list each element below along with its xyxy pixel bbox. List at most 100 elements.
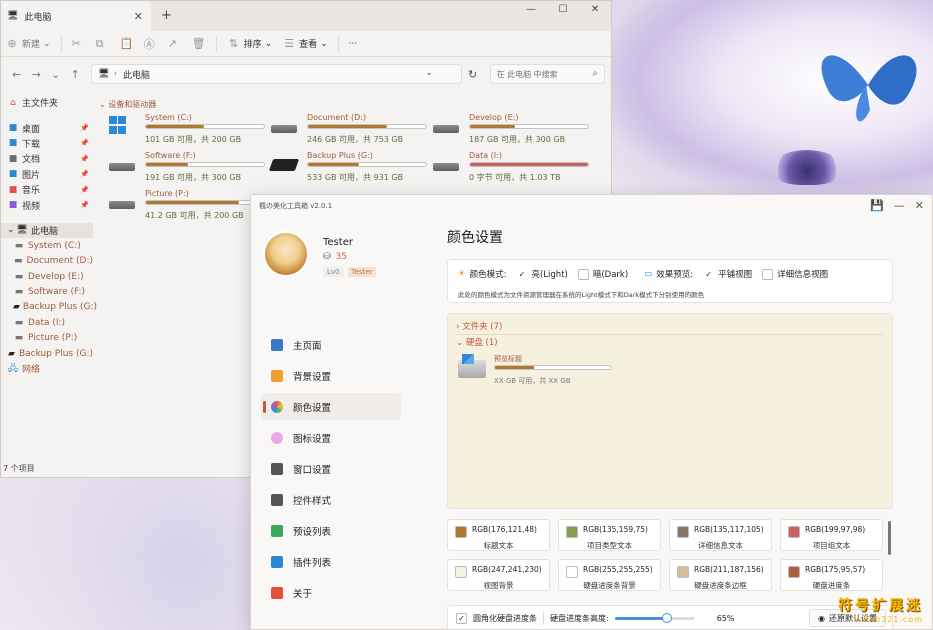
sidebar-item-quick[interactable]: ■ 下载 📌 [1, 136, 93, 151]
color-square[interactable] [566, 566, 578, 578]
sidebar-item-quick[interactable]: ■ 文档 📌 [1, 151, 93, 166]
drive-name: Develop (E:) [469, 113, 519, 122]
more-options-button[interactable]: ··· [349, 39, 358, 49]
desktop-icon: ■ [8, 123, 18, 134]
menu-item-info[interactable]: 关于 [261, 579, 401, 606]
drive-item[interactable]: Data (I:) 0 字节 可用，共 1.03 TB [427, 151, 589, 185]
scrollbar-thumb[interactable] [888, 521, 891, 555]
color-square[interactable] [788, 566, 800, 578]
menu-item-color-wheel[interactable]: 颜色设置 [261, 393, 401, 420]
sidebar-item-drive[interactable]: ▬ Document (D:) [1, 254, 93, 269]
drive-item[interactable]: Backup Plus (G:) 533 GB 可用，共 931 GB [265, 151, 427, 185]
refresh-icon[interactable]: ↻ [468, 68, 484, 81]
color-name: 项目组文本 [812, 541, 851, 550]
chevron-down-icon[interactable]: ⌄ [425, 68, 433, 78]
menu-item-flower[interactable]: 图标设置 [261, 424, 401, 451]
flat-view-checkbox[interactable]: ✓ [703, 268, 715, 280]
delete-icon[interactable]: 🗑 [192, 37, 206, 51]
expand-icon[interactable]: ⌄ [46, 68, 66, 81]
color-square[interactable] [677, 566, 689, 578]
address-bar[interactable]: 🖥 › 此电脑 ⌄ [91, 64, 462, 84]
sidebar-item-quick[interactable]: ■ 图片 📌 [1, 167, 93, 182]
sidebar-item-drive[interactable]: ▬ Software (F:) [1, 284, 93, 299]
color-square[interactable] [455, 566, 467, 578]
color-swatch[interactable]: RGB(135,159,75) 项目类型文本 [558, 519, 661, 551]
menu-item-controls[interactable]: 控件样式 [261, 486, 401, 513]
color-swatch[interactable]: RGB(199,97,98) 项目组文本 [780, 519, 883, 551]
close-window-button[interactable]: ✕ [915, 199, 924, 212]
maximize-button[interactable]: ☐ [547, 1, 579, 31]
new-button[interactable]: ⊕ 新建 ⌄ [5, 37, 50, 51]
color-swatch[interactable]: RGB(175,95,57) 硬盘进度条 [780, 559, 883, 591]
color-square[interactable] [677, 526, 689, 538]
preview-disk-group[interactable]: ⌄ 硬盘 (1) [456, 336, 498, 348]
view-button[interactable]: ☰ 查看 ⌄ [282, 37, 328, 51]
sidebar-item-network[interactable]: 🖧 网络 [1, 361, 93, 376]
back-arrow-icon[interactable]: ← [7, 68, 27, 81]
sidebar-item-quick[interactable]: ■ 视频 📌 [1, 197, 93, 212]
paste-icon[interactable]: 📋 [120, 37, 134, 51]
dark-mode-checkbox[interactable] [577, 268, 589, 280]
minimize-button[interactable]: — [894, 199, 905, 212]
color-square[interactable] [566, 526, 578, 538]
color-swatch[interactable]: RGB(255,255,255) 硬盘进度条背景 [558, 559, 661, 591]
share-icon[interactable]: ↗ [168, 37, 182, 51]
drive-item[interactable]: Picture (P:) 41.2 GB 可用，共 200 GB [103, 189, 265, 223]
color-swatch[interactable]: RGB(176,121,48) 标题文本 [447, 519, 550, 551]
save-icon[interactable]: 💾 [870, 199, 884, 212]
preview-folder-group[interactable]: › 文件夹 (7) [456, 320, 502, 332]
avatar[interactable] [263, 231, 309, 277]
menu-item-home[interactable]: 主页面 [261, 331, 401, 358]
color-square[interactable] [455, 526, 467, 538]
sidebar-item-home[interactable]: ⌂ 主文件夹 [1, 95, 93, 110]
drive-item[interactable]: Software (F:) 191 GB 可用，共 300 GB [103, 151, 265, 185]
close-tab-icon[interactable]: ✕ [134, 10, 143, 23]
drive-usage-bar [307, 124, 427, 129]
sidebar-item-backup-plus[interactable]: ▰ Backup Plus (G:) [1, 346, 93, 361]
sidebar-item-drive[interactable]: ▬ Data (I:) [1, 315, 93, 330]
sidebar-item-drive[interactable]: ▬ Develop (E:) [1, 269, 93, 284]
drive-name: Document (D:) [307, 113, 367, 122]
sidebar-item-drive[interactable]: ▬ Picture (P:) [1, 330, 93, 345]
height-slider[interactable] [614, 611, 695, 625]
sidebar-item-quick[interactable]: ■ 桌面 📌 [1, 120, 93, 135]
drive-item[interactable]: Document (D:) 246 GB 可用，共 753 GB [265, 113, 427, 147]
sidebar-item-drive[interactable]: ▰ Backup Plus (G:) [1, 300, 97, 315]
cut-icon[interactable]: ✂ [72, 37, 86, 51]
minimize-button[interactable]: — [515, 1, 547, 31]
new-tab-button[interactable]: + [161, 8, 172, 23]
address-row: ← → ⌄ ↑ 🖥 › 此电脑 ⌄ ↻ ⌕ [1, 57, 611, 91]
detail-view-checkbox[interactable] [762, 268, 774, 280]
light-mode-checkbox[interactable]: ✓ [516, 268, 528, 280]
close-window-button[interactable]: ✕ [579, 1, 611, 31]
color-swatch[interactable]: RGB(247,241,230) 视图背景 [447, 559, 550, 591]
group-header[interactable]: ⌄ 设备和驱动器 [99, 99, 611, 110]
drive-size: 533 GB 可用，共 931 GB [307, 173, 404, 182]
folder-group-label: 文件夹 (7) [462, 322, 503, 332]
menu-item-window[interactable]: 窗口设置 [261, 455, 401, 482]
sort-button[interactable]: ⇅ 排序 ⌄ [227, 37, 272, 51]
tab-this-pc[interactable]: 🖥 此电脑 ✕ [1, 1, 151, 31]
menu-item-list[interactable]: 预设列表 [261, 517, 401, 544]
rounded-progress-checkbox[interactable]: ✓ [456, 612, 467, 624]
color-swatch[interactable]: RGB(211,187,156) 硬盘进度条边框 [669, 559, 772, 591]
drive-item[interactable]: System (C:) 101 GB 可用，共 200 GB [103, 113, 265, 147]
copy-icon[interactable]: ⧉ [96, 37, 110, 51]
search-box[interactable]: ⌕ [489, 64, 605, 84]
menu-item-label: 窗口设置 [293, 464, 332, 476]
slider-thumb[interactable] [661, 613, 672, 623]
sidebar-item-label: 视频 [22, 201, 41, 212]
sidebar-item-drive[interactable]: ▬ System (C:) [1, 238, 93, 253]
drive-item[interactable]: Develop (E:) 187 GB 可用，共 300 GB [427, 113, 589, 147]
search-input[interactable] [496, 69, 587, 79]
menu-item-image[interactable]: 背景设置 [261, 362, 401, 389]
sidebar-item-this-pc[interactable]: ⌄ 🖥 此电脑 [1, 222, 93, 239]
drive-usage-fill [146, 163, 189, 166]
up-arrow-icon[interactable]: ↑ [66, 68, 86, 81]
sidebar-item-quick[interactable]: ■ 音乐 📌 [1, 182, 93, 197]
color-square[interactable] [788, 526, 800, 538]
menu-item-plugin[interactable]: 插件列表 [261, 548, 401, 575]
forward-arrow-icon[interactable]: → [27, 68, 47, 81]
color-swatch[interactable]: RGB(135,117,105) 详细信息文本 [669, 519, 772, 551]
rename-icon[interactable]: Ⓐ [144, 37, 158, 51]
